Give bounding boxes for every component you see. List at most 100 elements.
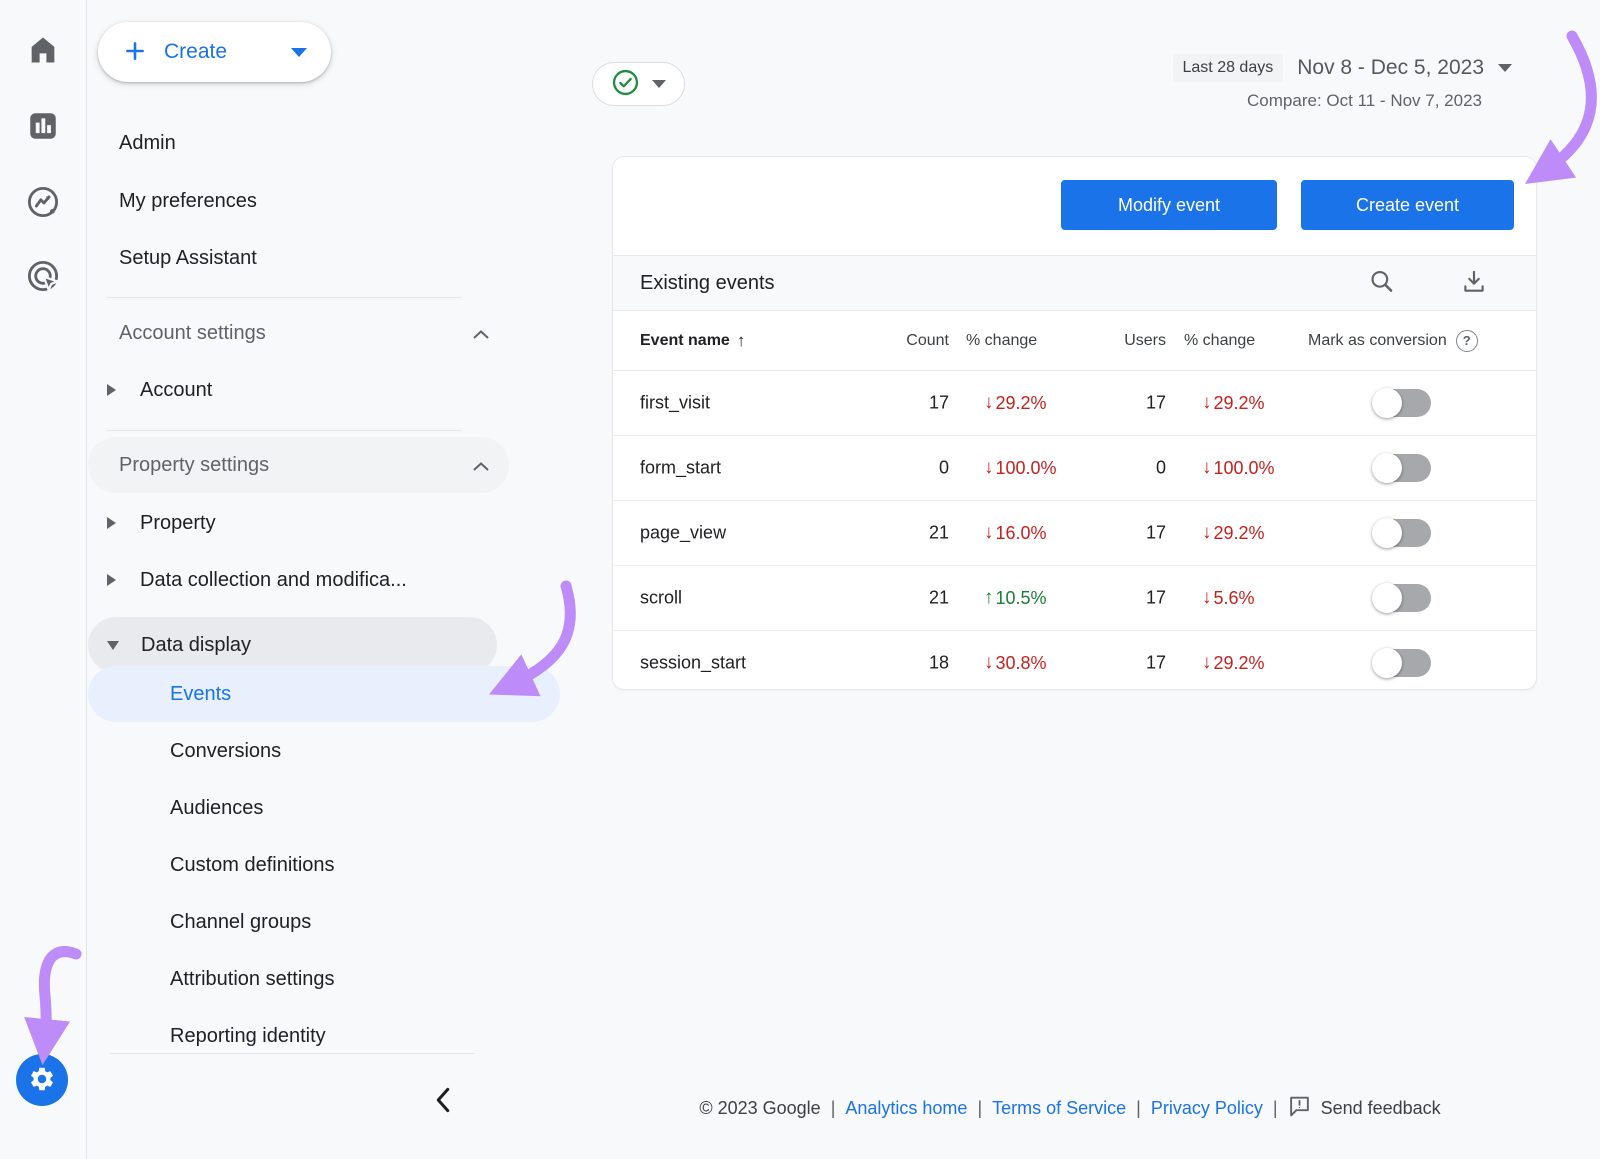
count-change-direction-icon: ↓ [984, 392, 994, 414]
sidebar-item-setup-assistant[interactable]: Setup Assistant [88, 240, 509, 276]
admin-gear-button[interactable] [16, 1054, 68, 1106]
column-event-name-sort[interactable]: Event name ↑ [640, 331, 745, 351]
sidebar-item-label: Account [140, 379, 212, 402]
toggle-thumb [1372, 453, 1402, 483]
compare-range-text: Compare: Oct 11 - Nov 7, 2023 [1173, 91, 1483, 111]
advertising-nav-button[interactable] [24, 257, 62, 298]
mark-as-conversion-toggle[interactable] [1373, 519, 1431, 547]
annotation-arrow-create-event [1546, 36, 1591, 170]
modify-event-button[interactable]: Modify event [1061, 180, 1277, 230]
users-change-direction-icon: ↓ [1202, 652, 1212, 674]
sidebar-item-channel-groups[interactable]: Channel groups [88, 904, 560, 940]
sidebar-item-label: Reporting identity [170, 1025, 326, 1048]
bar-chart-icon [26, 131, 60, 146]
users-change: ↓29.2% [1202, 522, 1265, 544]
existing-events-card: Modify event Create event Existing event… [612, 156, 1537, 690]
date-range-preset-badge: Last 28 days [1173, 54, 1284, 82]
users-change-value: 29.2% [1214, 653, 1265, 674]
download-button[interactable] [1460, 268, 1488, 299]
count-change-direction-icon: ↓ [984, 457, 994, 479]
users-change: ↓100.0% [1202, 457, 1275, 479]
sidebar-item-my-preferences[interactable]: My preferences [88, 183, 509, 219]
send-feedback-link[interactable]: Send feedback [1288, 1094, 1441, 1122]
reports-nav-button[interactable] [26, 109, 60, 146]
count-change: ↓16.0% [984, 522, 1047, 544]
create-button[interactable]: Create [98, 22, 331, 82]
event-users: 0 [1066, 458, 1166, 479]
analytics-home-link[interactable]: Analytics home [845, 1098, 967, 1119]
count-change: ↓29.2% [984, 392, 1047, 414]
footer-separator [1136, 1098, 1141, 1119]
event-count: 17 [849, 393, 949, 414]
admin-sidebar: Create Admin My preferences Setup Assist… [86, 0, 564, 1159]
sidebar-item-conversions[interactable]: Conversions [88, 733, 560, 769]
mark-as-conversion-toggle[interactable] [1373, 584, 1431, 612]
sidebar-item-reporting-identity[interactable]: Reporting identity [88, 1018, 560, 1054]
toggle-thumb [1372, 583, 1402, 613]
users-change: ↓5.6% [1202, 587, 1255, 609]
caret-right-icon [107, 574, 116, 586]
sidebar-item-property[interactable]: Property [88, 505, 497, 541]
sidebar-item-label: Property [140, 512, 216, 535]
help-icon[interactable]: ? [1456, 330, 1478, 352]
home-nav-button[interactable] [26, 33, 60, 70]
collapse-sidebar-button[interactable] [426, 1084, 460, 1118]
privacy-policy-link[interactable]: Privacy Policy [1151, 1098, 1263, 1119]
sidebar-item-audiences[interactable]: Audiences [88, 790, 560, 826]
section-header-property-settings[interactable]: Property settings [88, 437, 509, 493]
mark-as-conversion-toggle[interactable] [1373, 454, 1431, 482]
sidebar-item-label: Admin [119, 132, 176, 155]
count-change-direction-icon: ↑ [984, 587, 994, 609]
sidebar-item-admin[interactable]: Admin [88, 125, 509, 161]
sidebar-item-data-collection[interactable]: Data collection and modifica... [88, 562, 497, 598]
app-rail [0, 0, 87, 1159]
date-range-picker[interactable]: Last 28 days Nov 8 - Dec 5, 2023 Compare… [1173, 54, 1513, 111]
card-title: Existing events [640, 272, 775, 295]
event-count: 18 [849, 653, 949, 674]
search-button[interactable] [1368, 268, 1396, 299]
copyright-text: © 2023 Google [699, 1098, 820, 1119]
create-dropdown-caret-icon [291, 48, 307, 57]
footer-separator [977, 1098, 982, 1119]
sidebar-item-attribution-settings[interactable]: Attribution settings [88, 961, 560, 997]
count-change-value: 16.0% [996, 523, 1047, 544]
sidebar-item-events-selected[interactable]: Events [88, 666, 560, 722]
sidebar-item-label: Attribution settings [170, 968, 335, 991]
sidebar-item-account[interactable]: Account [88, 372, 497, 408]
column-label: Mark as conversion [1308, 332, 1447, 350]
card-title-row: Existing events [613, 255, 1536, 311]
create-event-button[interactable]: Create event [1301, 180, 1514, 230]
sidebar-item-label: Channel groups [170, 911, 311, 934]
sidebar-item-label: Setup Assistant [119, 247, 257, 270]
sidebar-divider [107, 430, 461, 431]
section-label: Property settings [119, 454, 269, 477]
mark-as-conversion-toggle[interactable] [1373, 389, 1431, 417]
sidebar-item-label: My preferences [119, 190, 257, 213]
property-status-button[interactable] [592, 62, 685, 106]
search-icon [1368, 284, 1396, 299]
footer-separator [831, 1098, 836, 1119]
explore-icon [24, 209, 62, 224]
event-table-row: scroll 21 ↑10.5% 17 ↓5.6% [613, 566, 1536, 631]
toggle-thumb [1372, 648, 1402, 678]
explore-nav-button[interactable] [24, 183, 62, 224]
toggle-thumb [1372, 518, 1402, 548]
sidebar-item-custom-definitions[interactable]: Custom definitions [88, 847, 560, 883]
mark-as-conversion-toggle[interactable] [1373, 649, 1431, 677]
footer-separator [1273, 1098, 1278, 1119]
users-change-direction-icon: ↓ [1202, 522, 1212, 544]
users-change-value: 5.6% [1214, 588, 1255, 609]
gear-icon [28, 1065, 56, 1096]
terms-of-service-link[interactable]: Terms of Service [992, 1098, 1126, 1119]
caret-down-icon [1498, 64, 1512, 72]
event-table-row: first_visit 17 ↓29.2% 17 ↓29.2% [613, 371, 1536, 436]
event-count: 0 [849, 458, 949, 479]
section-label: Account settings [119, 322, 266, 345]
users-change: ↓29.2% [1202, 652, 1265, 674]
users-change-direction-icon: ↓ [1202, 392, 1212, 414]
users-change-value: 29.2% [1214, 393, 1265, 414]
toggle-thumb [1372, 388, 1402, 418]
event-users: 17 [1066, 523, 1166, 544]
sidebar-item-data-display[interactable]: Data display [88, 617, 497, 673]
section-header-account-settings[interactable]: Account settings [88, 315, 509, 351]
